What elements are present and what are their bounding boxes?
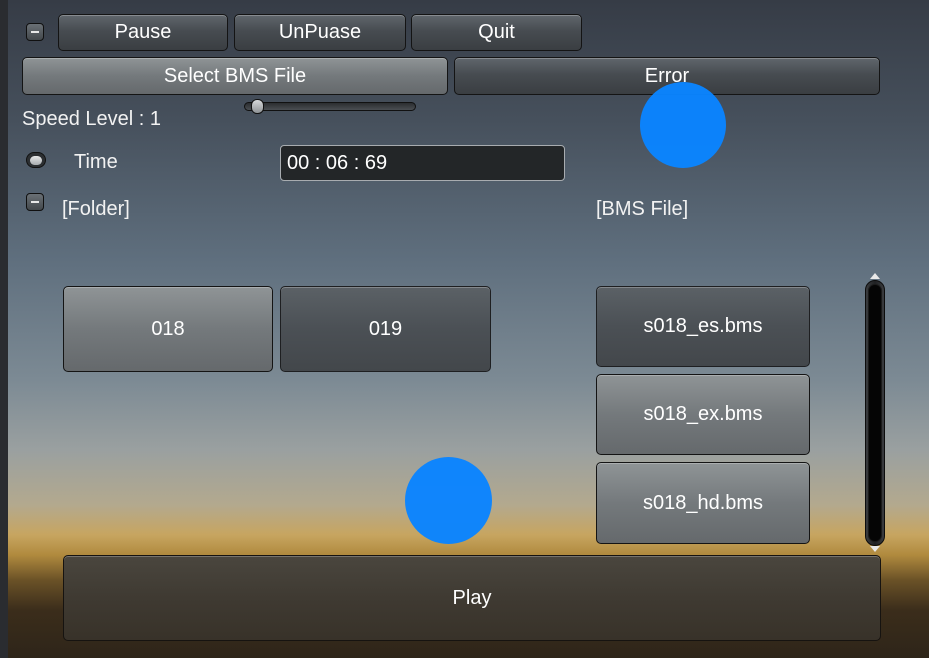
speed-slider[interactable] (244, 102, 416, 111)
quit-button[interactable]: Quit (411, 14, 582, 51)
folder-item[interactable]: 018 (63, 286, 273, 372)
minus-icon (31, 201, 39, 203)
bms-file-item[interactable]: s018_hd.bms (596, 462, 810, 544)
toggle-knob-icon (30, 155, 42, 165)
minus-icon (31, 31, 39, 33)
touch-indicator (405, 457, 492, 544)
bms-file-scroll-thumb[interactable] (868, 284, 882, 542)
speed-level-label: Speed Level : 1 (22, 108, 161, 130)
speed-slider-thumb[interactable] (251, 99, 264, 114)
time-field[interactable]: 00 : 06 : 69 (280, 145, 565, 181)
collapse-toolbar-button[interactable] (26, 23, 44, 41)
folder-header: [Folder] (62, 198, 130, 220)
touch-indicator (640, 82, 726, 168)
bms-file-header: [BMS File] (596, 198, 689, 220)
scroll-down-icon[interactable] (870, 546, 880, 552)
scroll-up-icon[interactable] (870, 273, 880, 279)
unpause-button[interactable]: UnPuase (234, 14, 406, 51)
time-label: Time (74, 151, 118, 173)
collapse-folder-button[interactable] (26, 193, 44, 211)
play-button[interactable]: Play (63, 555, 881, 641)
select-bms-file-button[interactable]: Select BMS File (22, 57, 448, 95)
bms-file-item[interactable]: s018_ex.bms (596, 374, 810, 455)
game-screen: Pause UnPuase Quit Select BMS File Error… (8, 0, 929, 658)
folder-item[interactable]: 019 (280, 286, 491, 372)
pause-button[interactable]: Pause (58, 14, 228, 51)
bms-file-item[interactable]: s018_es.bms (596, 286, 810, 367)
time-toggle[interactable] (26, 152, 46, 168)
